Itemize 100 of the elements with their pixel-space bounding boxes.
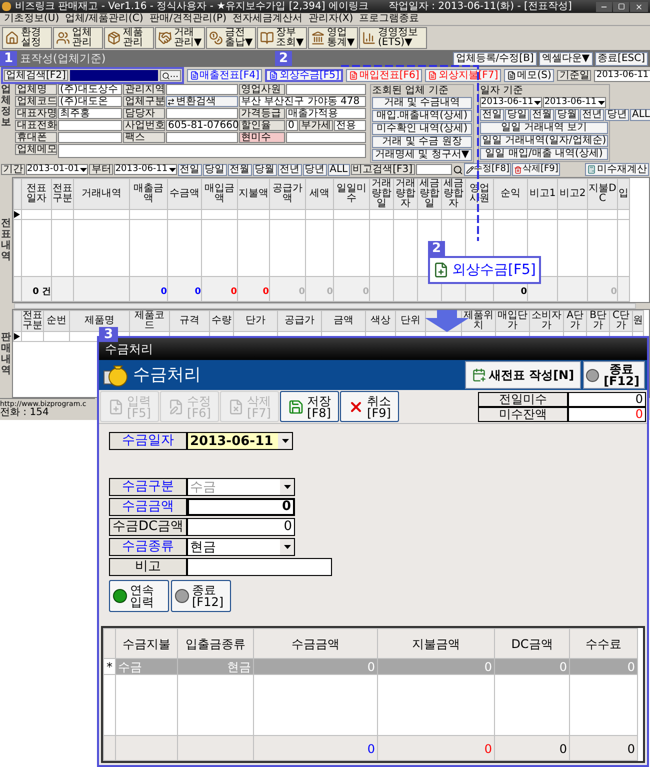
toolbar-button[interactable]: 제품관리 (104, 27, 154, 49)
report-button[interactable]: 일일 매입/매출 내역(상세) (480, 148, 608, 160)
quick-button[interactable]: 당월 (252, 164, 277, 176)
quick-button[interactable]: 당년 (302, 164, 327, 176)
quick-button[interactable]: 당월 (555, 109, 579, 121)
menu-item[interactable]: 전자세금계산서 (232, 14, 302, 24)
header-button[interactable]: 엑셀다운▼ (538, 52, 593, 66)
header-button[interactable]: 업체등록/수정[B] (452, 52, 537, 66)
amount-field[interactable]: 0 (187, 498, 295, 516)
date-field[interactable]: 2013-06-11 (114, 164, 177, 175)
input-field[interactable] (286, 132, 366, 143)
slip-button[interactable]: 외상수금[F5] (265, 69, 344, 82)
select-field[interactable]: 현금 (187, 538, 295, 556)
group-title: 조회된 업체 기준 (372, 86, 450, 96)
input-field[interactable] (166, 108, 238, 119)
field-label: 업체구분 (123, 96, 165, 107)
toolbar-button[interactable]: 저장 [F8] (280, 391, 339, 422)
field-label: 휴대폰 (15, 132, 57, 143)
close-button[interactable] (630, 2, 648, 12)
input-field[interactable] (166, 132, 238, 143)
dropdown-arrow-icon[interactable] (168, 168, 176, 172)
quick-button[interactable]: 전월 (228, 164, 252, 176)
document-pen-icon (168, 398, 184, 414)
slip-button[interactable]: 매입전표[F6] (346, 69, 422, 82)
field-value: (주)대도온 (58, 96, 122, 107)
search-button[interactable]: ... (160, 70, 181, 81)
menu-item[interactable]: 기초정보(U) (4, 14, 60, 24)
toolbar-button[interactable]: 환경설정 (2, 27, 52, 49)
quick-button[interactable]: ALL (328, 164, 350, 176)
dropdown-button[interactable] (280, 539, 294, 555)
quick-button[interactable]: 당일 (505, 109, 529, 121)
slip-button[interactable]: 매출전표[F4] (186, 69, 262, 82)
continue-button[interactable]: 연속입력 (109, 580, 169, 612)
quick-button[interactable]: 전일 (178, 164, 202, 176)
convert-search-button[interactable]: 변환검색 (166, 96, 238, 107)
quick-button[interactable]: 전년 (580, 109, 604, 121)
field-value: 605-81-07660 (166, 120, 238, 131)
report-button[interactable]: 거래명세 및 청구서▼ (372, 149, 472, 161)
minimize-button[interactable] (596, 2, 612, 12)
input-field[interactable] (416, 164, 452, 175)
toolbar-button[interactable]: 취소 [F9] (340, 391, 399, 422)
column-header: 수금금액 (254, 628, 378, 658)
input-field[interactable] (166, 84, 238, 95)
dropdown-arrow-icon[interactable] (534, 100, 542, 104)
input-field[interactable] (58, 132, 122, 143)
quick-button[interactable]: 당년 (605, 109, 629, 121)
date-field[interactable]: 2013-06-11 (480, 97, 542, 108)
report-button[interactable]: 거래 및 수금내역 (372, 97, 472, 109)
horizontal-scrollbar[interactable] (14, 303, 636, 309)
edit-button[interactable]: 수정[F8] (464, 163, 512, 176)
new-slip-button[interactable]: 새전표 작성[N] (465, 361, 581, 389)
close-button[interactable]: 종료[F12] (171, 580, 231, 612)
toolbar-button[interactable]: 금전출납▼ (206, 27, 256, 49)
menu-item[interactable]: 판매/견적관리(P) (149, 14, 226, 24)
report-button[interactable]: 미수확인 내역(상세) (372, 123, 472, 135)
slip-button[interactable]: 메모(S) (504, 69, 554, 82)
input-field[interactable] (58, 144, 366, 158)
date-field[interactable]: 2013-06-11 (543, 97, 606, 108)
menu-item[interactable]: 관리자(X) (308, 14, 354, 24)
toolbar-button[interactable]: 거래관리▼ (155, 27, 205, 49)
amount-field[interactable]: 0 (187, 518, 295, 536)
menu-item[interactable]: 프로그램종료 (359, 14, 420, 24)
report-button[interactable]: 매입.매출내역(상세) (372, 110, 472, 122)
date-field[interactable]: 2013-06-11 (187, 432, 293, 450)
search-label-button[interactable]: 업체검색[F2] (4, 70, 68, 81)
search-field[interactable] (70, 70, 158, 81)
quick-button[interactable]: 당일 (202, 164, 227, 176)
dropdown-arrow-icon[interactable] (282, 439, 288, 443)
maximize-button[interactable] (613, 2, 629, 12)
memo-field[interactable] (187, 558, 332, 576)
dropdown-arrow-icon[interactable] (80, 168, 88, 172)
close-button[interactable]: 종료[F12] (583, 361, 645, 389)
toolbar-button[interactable]: 장부조회▼ (257, 27, 307, 49)
column-header: 지불액 (238, 178, 270, 210)
dropdown-arrow-icon[interactable] (598, 100, 605, 104)
header-button[interactable]: 종료[ESC] (594, 52, 648, 66)
recalc-button[interactable]: 미수재계산 (585, 163, 649, 176)
report-button[interactable]: 일일 거래내역 보기 (480, 122, 608, 134)
toolbar-button[interactable]: 업체관리 (53, 27, 103, 49)
field-label: 비고검색[F3] (350, 164, 415, 175)
report-button[interactable]: 일일 거래내역(일자/업체순) (480, 135, 608, 147)
field-label: 팩스 (123, 132, 165, 143)
quick-button[interactable]: 전월 (530, 109, 554, 121)
toolbar-button[interactable]: 경영정보(ETS)▼ (359, 27, 427, 49)
quick-button[interactable]: 전일 (480, 109, 504, 121)
quick-button[interactable]: 전년 (278, 164, 302, 176)
dropdown-arrow-icon[interactable] (284, 545, 290, 549)
search-icon[interactable] (452, 164, 463, 174)
input-field[interactable] (58, 120, 122, 131)
report-button[interactable]: 거래 및 수금 원장 (372, 136, 472, 148)
column-header: 수량 (210, 310, 234, 332)
app-icon (2, 2, 11, 11)
quick-button[interactable]: ALL (630, 109, 650, 121)
menu-item[interactable]: 업체/제품관리(C) (65, 14, 144, 24)
date-field[interactable]: 2013-01-01 (26, 164, 88, 175)
date-field[interactable]: 2013-06-11 (594, 70, 650, 82)
input-field[interactable] (286, 84, 366, 95)
dropdown-button[interactable] (278, 433, 292, 449)
delete-button[interactable]: 삭제[F9] (512, 163, 560, 176)
toolbar-button[interactable]: 영업통계▼ (308, 27, 358, 49)
